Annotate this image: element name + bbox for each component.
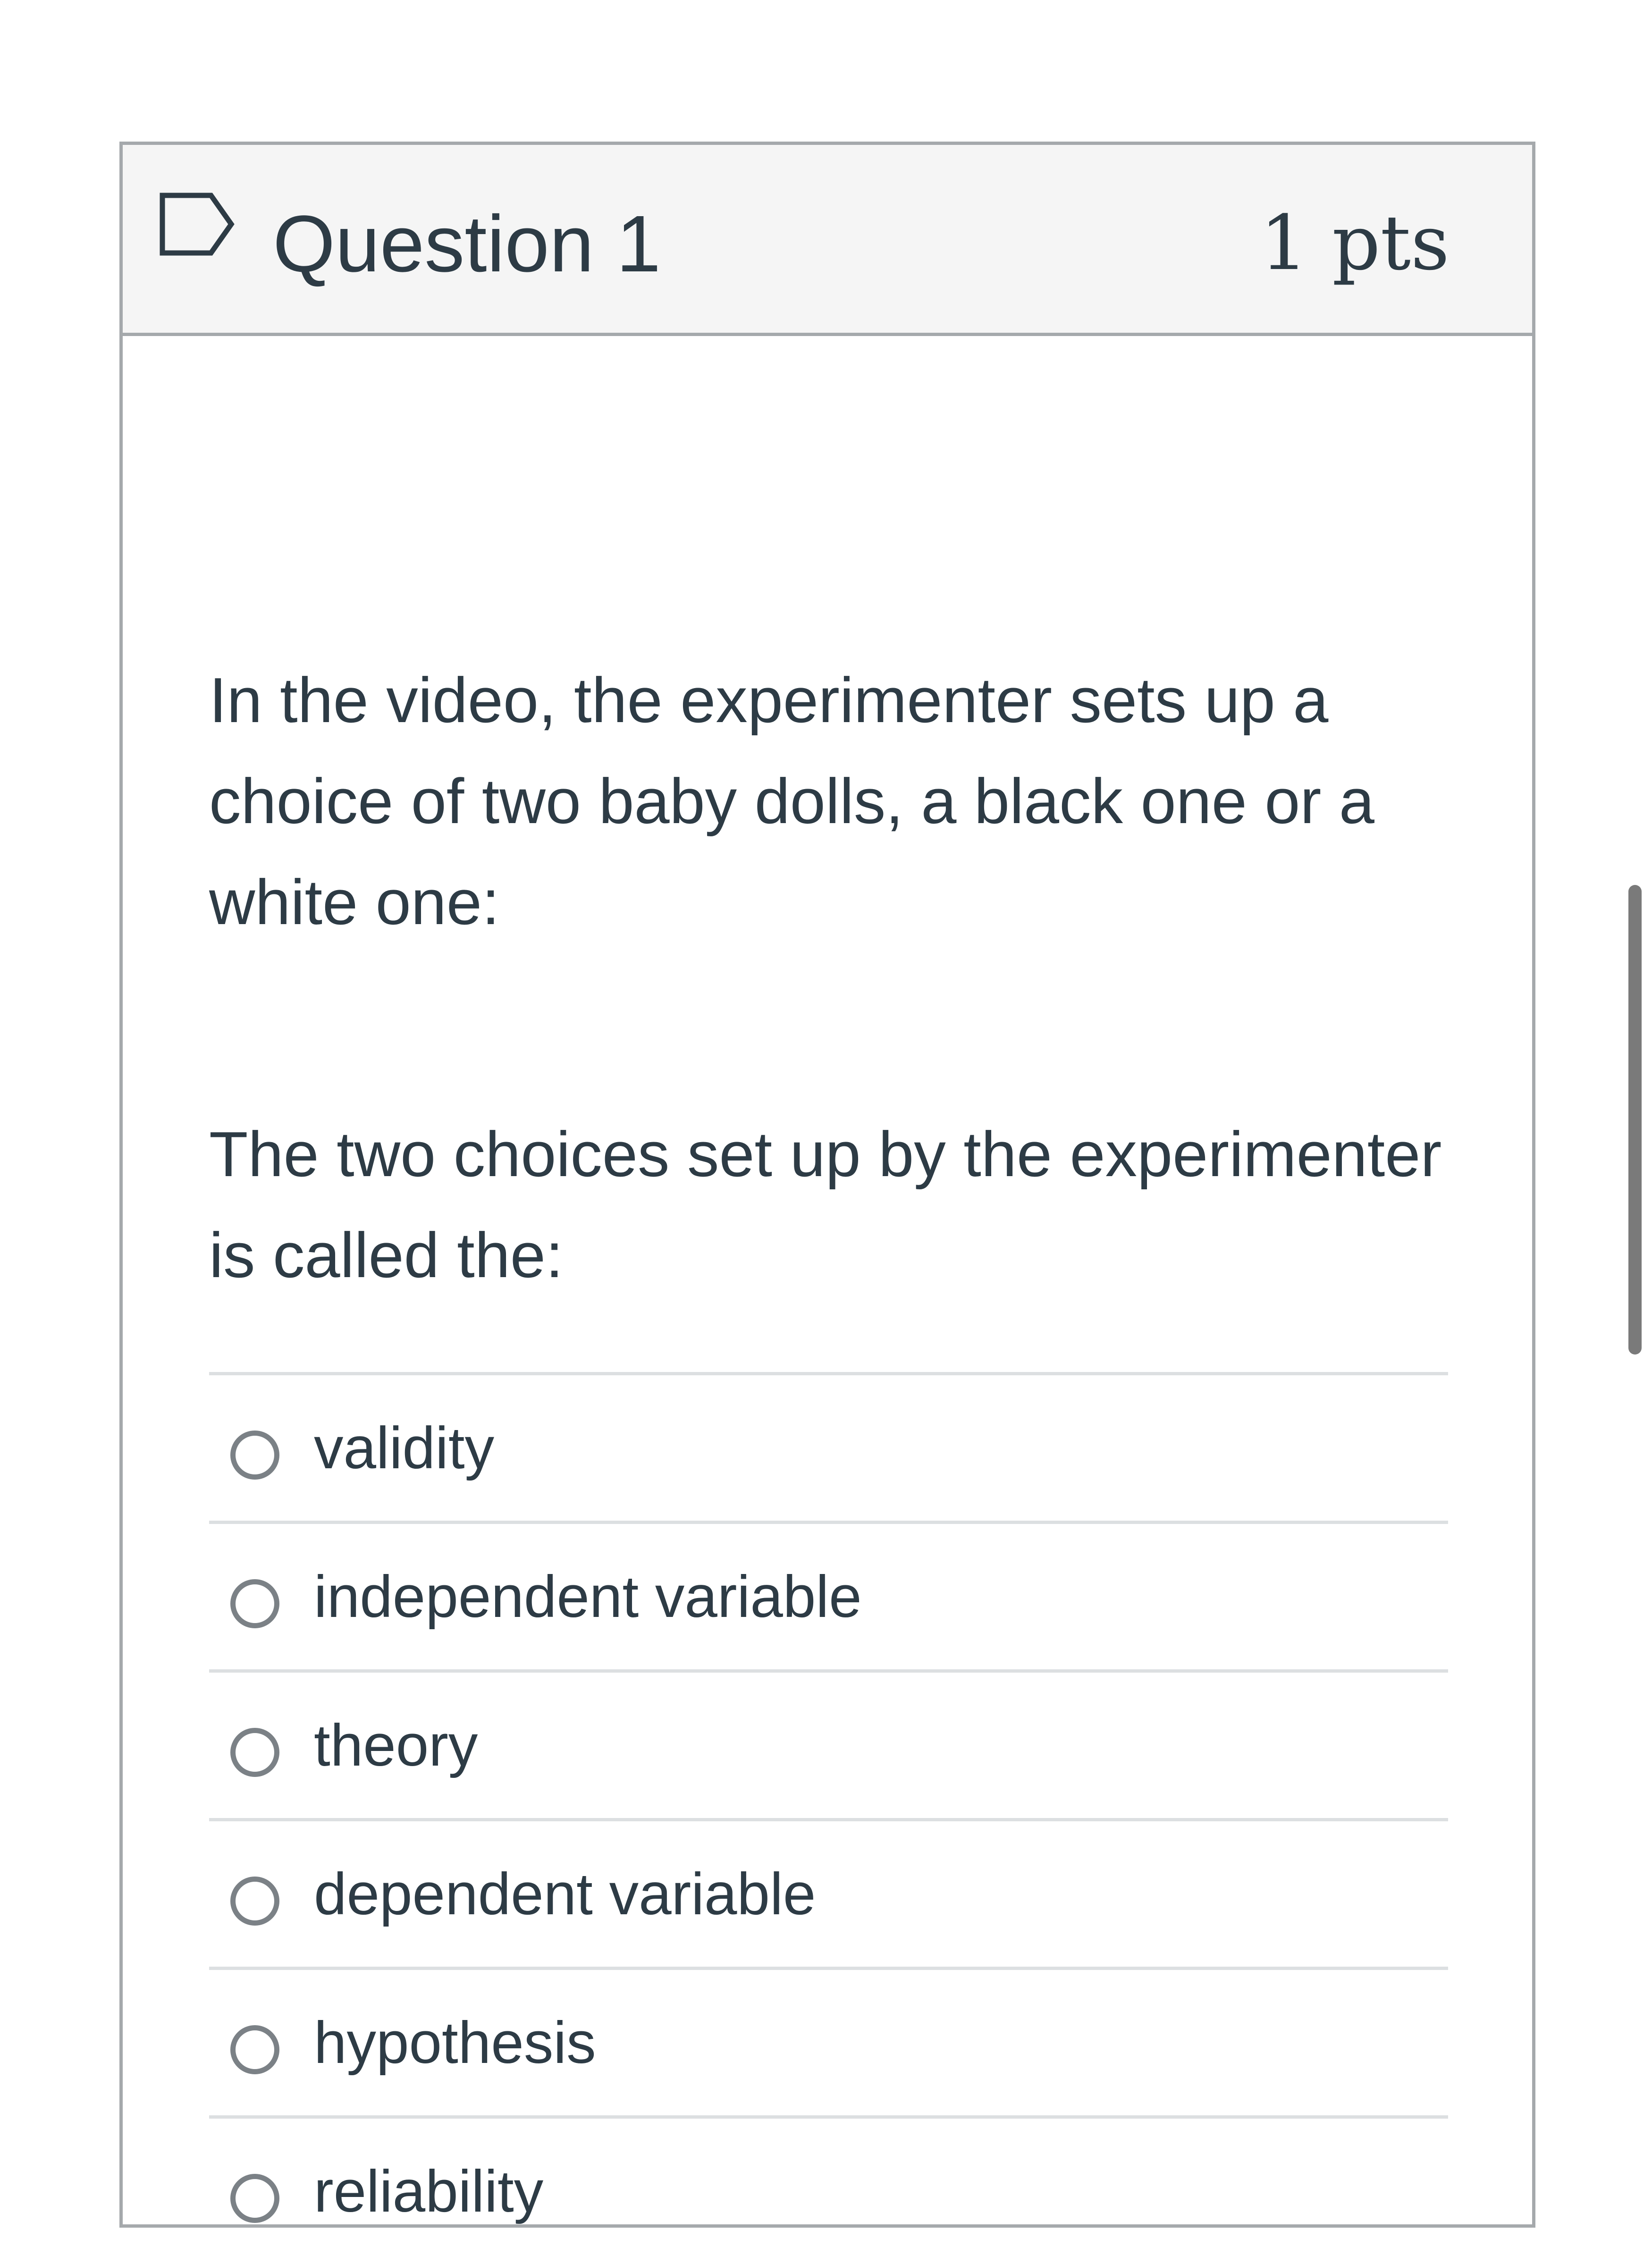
radio-button[interactable] (230, 2174, 279, 2223)
radio-button[interactable] (230, 1728, 279, 1777)
answer-label[interactable]: validity (314, 1406, 494, 1491)
answer-label[interactable]: hypothesis (314, 2001, 596, 2086)
answer-label[interactable]: reliability (314, 2149, 543, 2234)
answer-option[interactable]: dependent variable (209, 1821, 1448, 1970)
scrollbar-thumb[interactable] (1628, 885, 1642, 1355)
radio-button[interactable] (230, 1579, 279, 1628)
radio-button[interactable] (230, 1431, 279, 1480)
answer-option[interactable]: reliability (209, 2119, 1448, 2264)
answer-list: validity independent variable theory dep… (209, 1372, 1448, 2264)
answer-option[interactable]: independent variable (209, 1524, 1448, 1673)
radio-button[interactable] (230, 1877, 279, 1926)
answer-label[interactable]: theory (314, 1703, 478, 1788)
question-paragraph: In the video, the experimenter sets up a… (209, 665, 1374, 938)
question-text: In the video, the experimenter sets up a… (209, 650, 1460, 1306)
answer-option[interactable]: theory (209, 1673, 1448, 1821)
answer-label[interactable]: dependent variable (314, 1852, 816, 1937)
answer-label[interactable]: independent variable (314, 1555, 862, 1640)
answer-option[interactable]: validity (209, 1375, 1448, 1524)
question-title: Question 1 (273, 199, 661, 289)
question-card: Question 1 1 pts In the video, the exper… (119, 142, 1535, 2228)
flag-outline-icon[interactable] (158, 191, 236, 257)
answer-option[interactable]: hypothesis (209, 1970, 1448, 2119)
question-header: Question 1 1 pts (123, 145, 1532, 336)
question-points: 1 pts (1260, 199, 1450, 287)
radio-button[interactable] (230, 2025, 279, 2074)
question-paragraph: The two choices set up by the experiment… (209, 1119, 1442, 1291)
